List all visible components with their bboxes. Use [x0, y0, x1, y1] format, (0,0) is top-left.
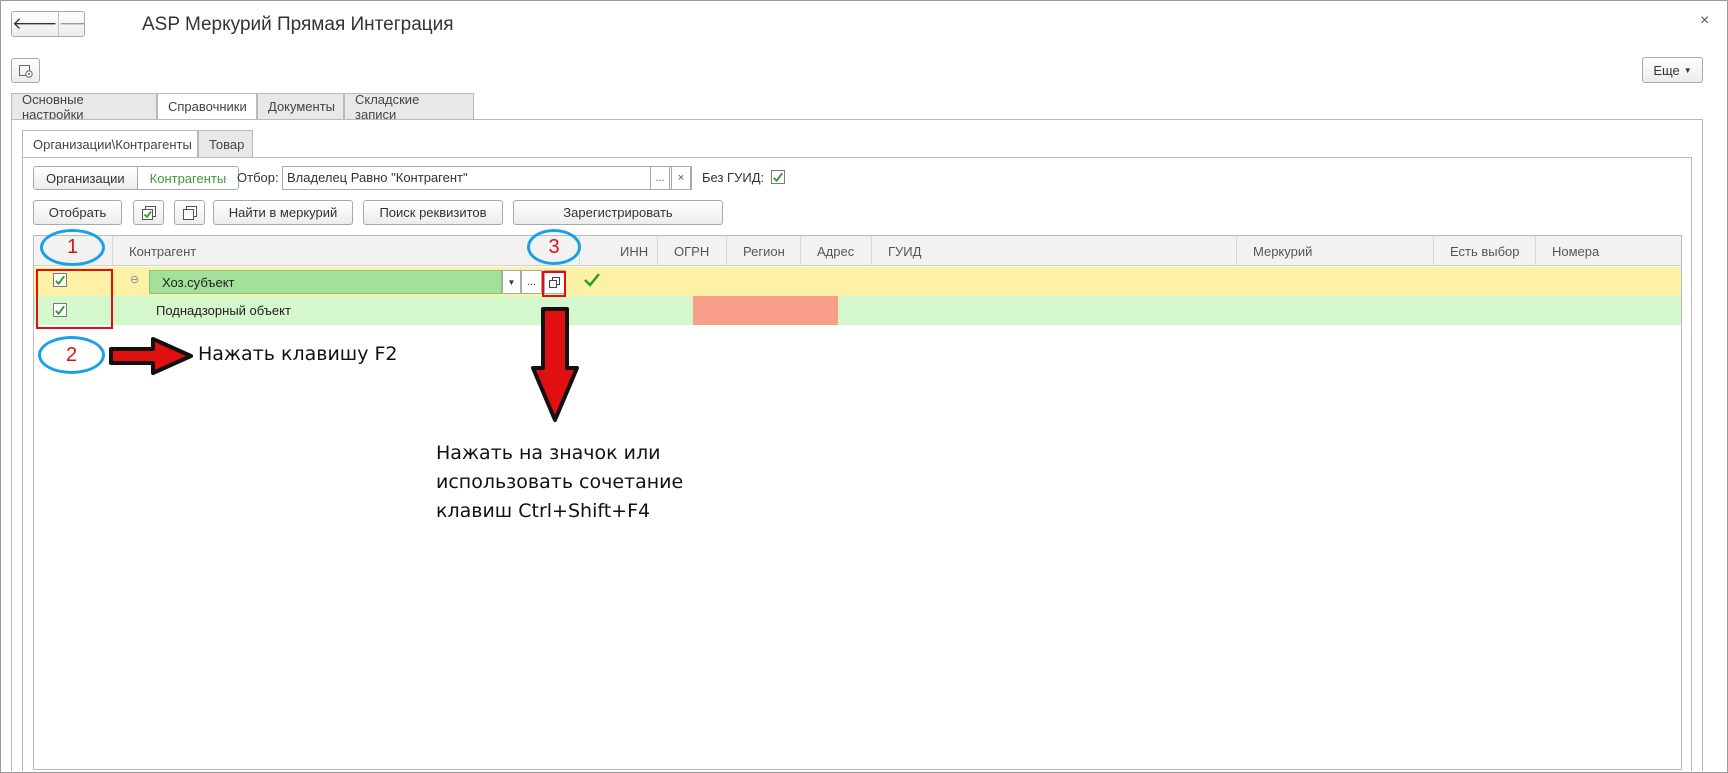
search-requisites-button[interactable]: Поиск реквизитов [363, 200, 503, 225]
field-select-button[interactable]: ... [521, 270, 542, 294]
contractors-table: Контрагент ИНН ОГРН Регион Адрес ГУИД Ме… [33, 235, 1682, 770]
filter-clear-button[interactable]: × [671, 166, 691, 190]
collapse-icon[interactable]: ⊖ [130, 273, 139, 286]
check-all-icon [141, 205, 156, 220]
col-region[interactable]: Регион [726, 236, 800, 266]
table-header: Контрагент ИНН ОГРН Регион Адрес ГУИД Ме… [34, 236, 1681, 266]
more-button[interactable]: Еще ▼ [1642, 57, 1703, 83]
chevron-down-icon: ▼ [1683, 65, 1692, 75]
col-mercury[interactable]: Меркурий [1236, 236, 1433, 266]
annotation-arrow-down-icon [531, 307, 579, 422]
uncheck-all-button[interactable] [174, 200, 205, 225]
tab-warehouse-records[interactable]: Складские записи [344, 91, 474, 122]
col-numbers[interactable]: Номера [1535, 236, 1683, 266]
annotation-badge-1: 1 [40, 229, 105, 266]
tab-basic-settings[interactable]: Основные настройки [11, 91, 157, 122]
subtab-goods[interactable]: Товар [198, 130, 253, 158]
col-contractor[interactable]: Контрагент [112, 236, 579, 266]
annotation-highlight-open-button [542, 271, 566, 297]
dropdown-arrow-icon[interactable]: ▼ [502, 270, 521, 294]
filter-label: Отбор: [237, 170, 279, 185]
col-guid[interactable]: ГУИД [871, 236, 1236, 266]
select-button[interactable]: Отобрать [33, 200, 122, 225]
entity-type-field[interactable]: Хоз.субъект [149, 270, 502, 294]
col-address[interactable]: Адрес [800, 236, 871, 266]
forward-button[interactable]: 🡒 [57, 12, 84, 36]
table-row[interactable]: Поднадзорный объект [34, 296, 1681, 325]
row-name: Поднадзорный объект [156, 303, 291, 318]
annotation-note-line: Нажать на значок или [436, 442, 661, 464]
table-row[interactable]: ⊖ Хоз.субъект ▼ ... [34, 267, 1681, 296]
annotation-press-f2: Нажать клавишу F2 [198, 343, 398, 365]
col-ogrn[interactable]: ОГРН [657, 236, 726, 266]
uncheck-all-icon [182, 205, 197, 220]
nav-buttons: 🡐 🡒 [11, 11, 85, 37]
filter-input[interactable]: Владелец Равно "Контрагент" [282, 166, 692, 190]
toggle-organizations[interactable]: Организации [34, 167, 137, 189]
window-title: ASP Меркурий Прямая Интеграция [142, 14, 454, 35]
tab-label: Основные настройки [22, 91, 84, 122]
tab-label: Организации\Контрагенты [33, 136, 192, 152]
annotation-arrow-right-icon [109, 337, 193, 375]
find-in-mercury-button[interactable]: Найти в меркурий [213, 200, 353, 225]
toggle-contractors[interactable]: Контрагенты [136, 167, 239, 189]
tab-label: Справочники [168, 99, 247, 114]
annotation-highlight-checkboxes [36, 269, 113, 329]
col-inn[interactable]: ИНН [579, 236, 657, 266]
no-guid-label: Без ГУИД: [702, 170, 765, 185]
check-all-button[interactable] [133, 200, 164, 225]
tab-label: Складские записи [355, 91, 420, 122]
filter-select-button[interactable]: ... [650, 166, 670, 190]
tab-label: Документы [268, 99, 336, 114]
tab-references[interactable]: Справочники [157, 93, 257, 120]
tab-documents[interactable]: Документы [257, 93, 344, 120]
annotation-badge-2: 2 [38, 336, 105, 374]
close-icon[interactable]: × [1700, 12, 1709, 30]
subtab-organizations[interactable]: Организации\Контрагенты [22, 130, 198, 158]
annotation-note-line: использовать сочетание [436, 471, 684, 493]
annotation-badge-3: 3 [527, 229, 581, 265]
register-button[interactable]: Зарегистрировать [513, 200, 723, 225]
checkmark-icon [773, 172, 783, 182]
settings-icon [18, 64, 33, 78]
no-guid-checkbox[interactable] [771, 170, 785, 184]
col-has-choice[interactable]: Есть выбор [1433, 236, 1535, 266]
settings-button[interactable] [11, 58, 40, 83]
annotation-note-line: клавиш Ctrl+Shift+F4 [436, 500, 651, 522]
annotation-note: Нажать на значок или использовать сочета… [436, 439, 756, 526]
org-contractor-toggle: Организации Контрагенты [33, 166, 240, 190]
inn-ok-checkmark-icon [584, 273, 600, 287]
tab-label: Товар [209, 136, 245, 152]
back-button[interactable]: 🡐 [12, 12, 58, 36]
region-address-error-cell [693, 296, 838, 325]
more-button-label: Еще [1653, 62, 1680, 78]
